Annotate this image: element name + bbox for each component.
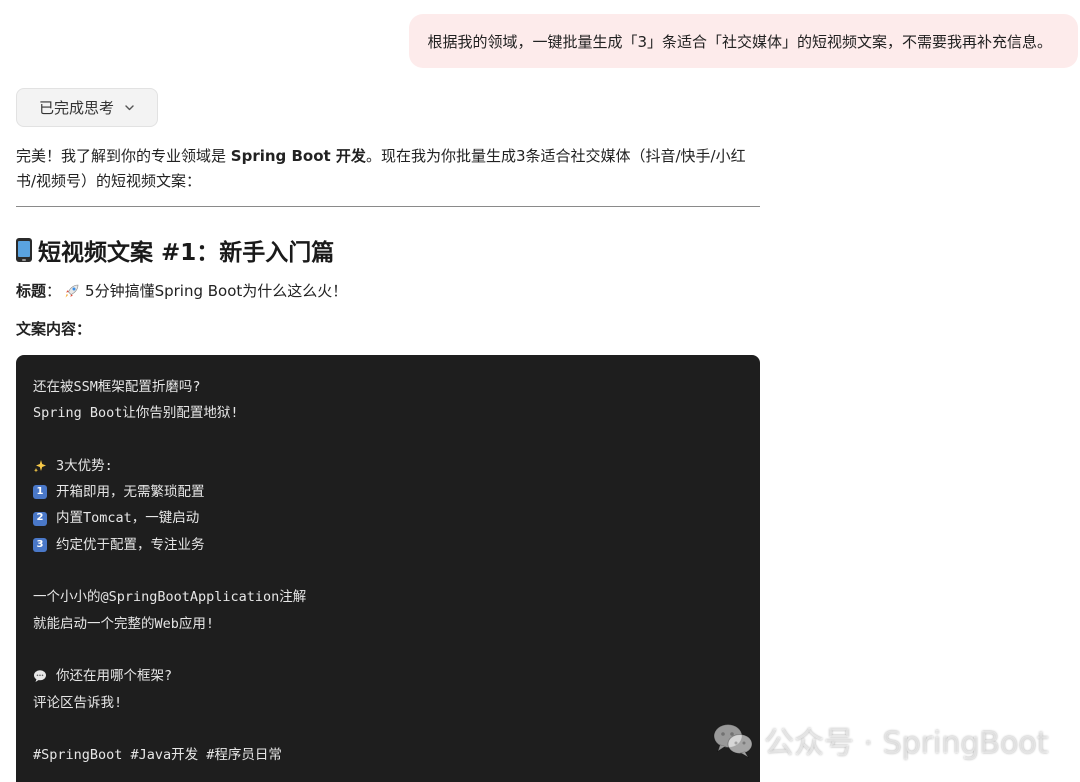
code-line-text: 开箱即用，无需繁琐配置 (56, 484, 205, 501)
chevron-down-icon (124, 102, 135, 113)
user-message-bubble: 根据我的领域，一键批量生成「3」条适合「社交媒体」的短视频文案，不需要我再补充信… (409, 14, 1078, 68)
title-label: 标题 (16, 282, 47, 300)
wechat-icon (712, 721, 754, 759)
speech-bubble-icon (33, 669, 47, 683)
code-line: 1 开箱即用，无需繁琐配置 (33, 479, 760, 505)
keycap-badge: 1 (33, 485, 47, 500)
section-heading: 短视频文案 #1：新手入门篇 (16, 233, 334, 267)
code-line: #SpringBoot #Java开发 #程序员日常 (33, 742, 760, 768)
intro-prefix: 完美！我了解到你的专业领域是 (16, 147, 231, 165)
code-line-text: 内置Tomcat，一键启动 (56, 510, 200, 527)
keycap-badge: 3 (33, 537, 47, 552)
intro-domain: Spring Boot 开发 (230, 147, 366, 165)
code-line: 还在被SSM框架配置折磨吗? (33, 374, 760, 400)
code-line: 评论区告诉我! (33, 690, 760, 716)
code-line: 2 内置Tomcat，一键启动 (33, 505, 760, 531)
sparkles-icon (33, 459, 47, 473)
mobile-phone-icon (16, 238, 32, 262)
keycap-badge: 2 (33, 511, 47, 526)
code-line: 就能启动一个完整的Web应用! (33, 611, 760, 637)
code-line-text: 就能启动一个完整的Web应用! (33, 615, 215, 632)
chat-page: 根据我的领域，一键批量生成「3」条适合「社交媒体」的短视频文案，不需要我再补充信… (0, 0, 1080, 782)
code-line-text: 约定优于配置，专注业务 (56, 536, 205, 553)
rocket-icon (63, 282, 81, 300)
section-heading-text: 短视频文案 #1：新手入门篇 (38, 240, 335, 266)
code-line-text: 评论区告诉我! (33, 694, 123, 711)
content-label: 文案内容： (16, 318, 91, 339)
code-line: 一个小小的@SpringBootApplication注解 (33, 584, 760, 610)
code-line-text: 你还在用哪个框架? (56, 668, 173, 685)
content-label-sep: ： (76, 320, 92, 338)
code-block[interactable]: 还在被SSM框架配置折磨吗? Spring Boot让你告别配置地狱! 3大优势… (16, 355, 760, 782)
code-line-text: #SpringBoot #Java开发 #程序员日常 (33, 747, 282, 764)
code-line: Spring Boot让你告别配置地狱! (33, 400, 760, 426)
title-text: 5分钟搞懂Spring Boot为什么这么火！ (85, 282, 348, 300)
code-line-text: 3大优势: (56, 457, 113, 474)
thinking-label: 已完成思考 (38, 99, 114, 117)
code-line-text: 一个小小的@SpringBootApplication注解 (33, 589, 307, 606)
reply-intro: 完美！我了解到你的专业领域是 Spring Boot 开发。现在我为你批量生成3… (16, 144, 760, 194)
title-sep: ： (46, 282, 62, 300)
code-line: 3 约定优于配置，专注业务 (33, 532, 760, 558)
code-line-text: Spring Boot让你告别配置地狱! (33, 405, 239, 422)
watermark-text: 公众号 · SpringBoot (764, 726, 1049, 761)
user-message-text: 根据我的领域，一键批量生成「3」条适合「社交媒体」的短视频文案，不需要我再补充信… (427, 32, 1052, 51)
code-line: 你还在用哪个框架? (33, 663, 760, 689)
code-line-text: 还在被SSM框架配置折磨吗? (33, 379, 201, 395)
video-title-line: 标题： 5分钟搞懂Spring Boot为什么这么火！ (16, 280, 347, 301)
code-line: 3大优势: (33, 453, 760, 479)
divider (16, 206, 760, 207)
thinking-toggle-button[interactable]: 已完成思考 (16, 88, 158, 127)
content-label-text: 文案内容 (16, 320, 77, 338)
watermark: 公众号 · SpringBoot (712, 718, 1048, 762)
